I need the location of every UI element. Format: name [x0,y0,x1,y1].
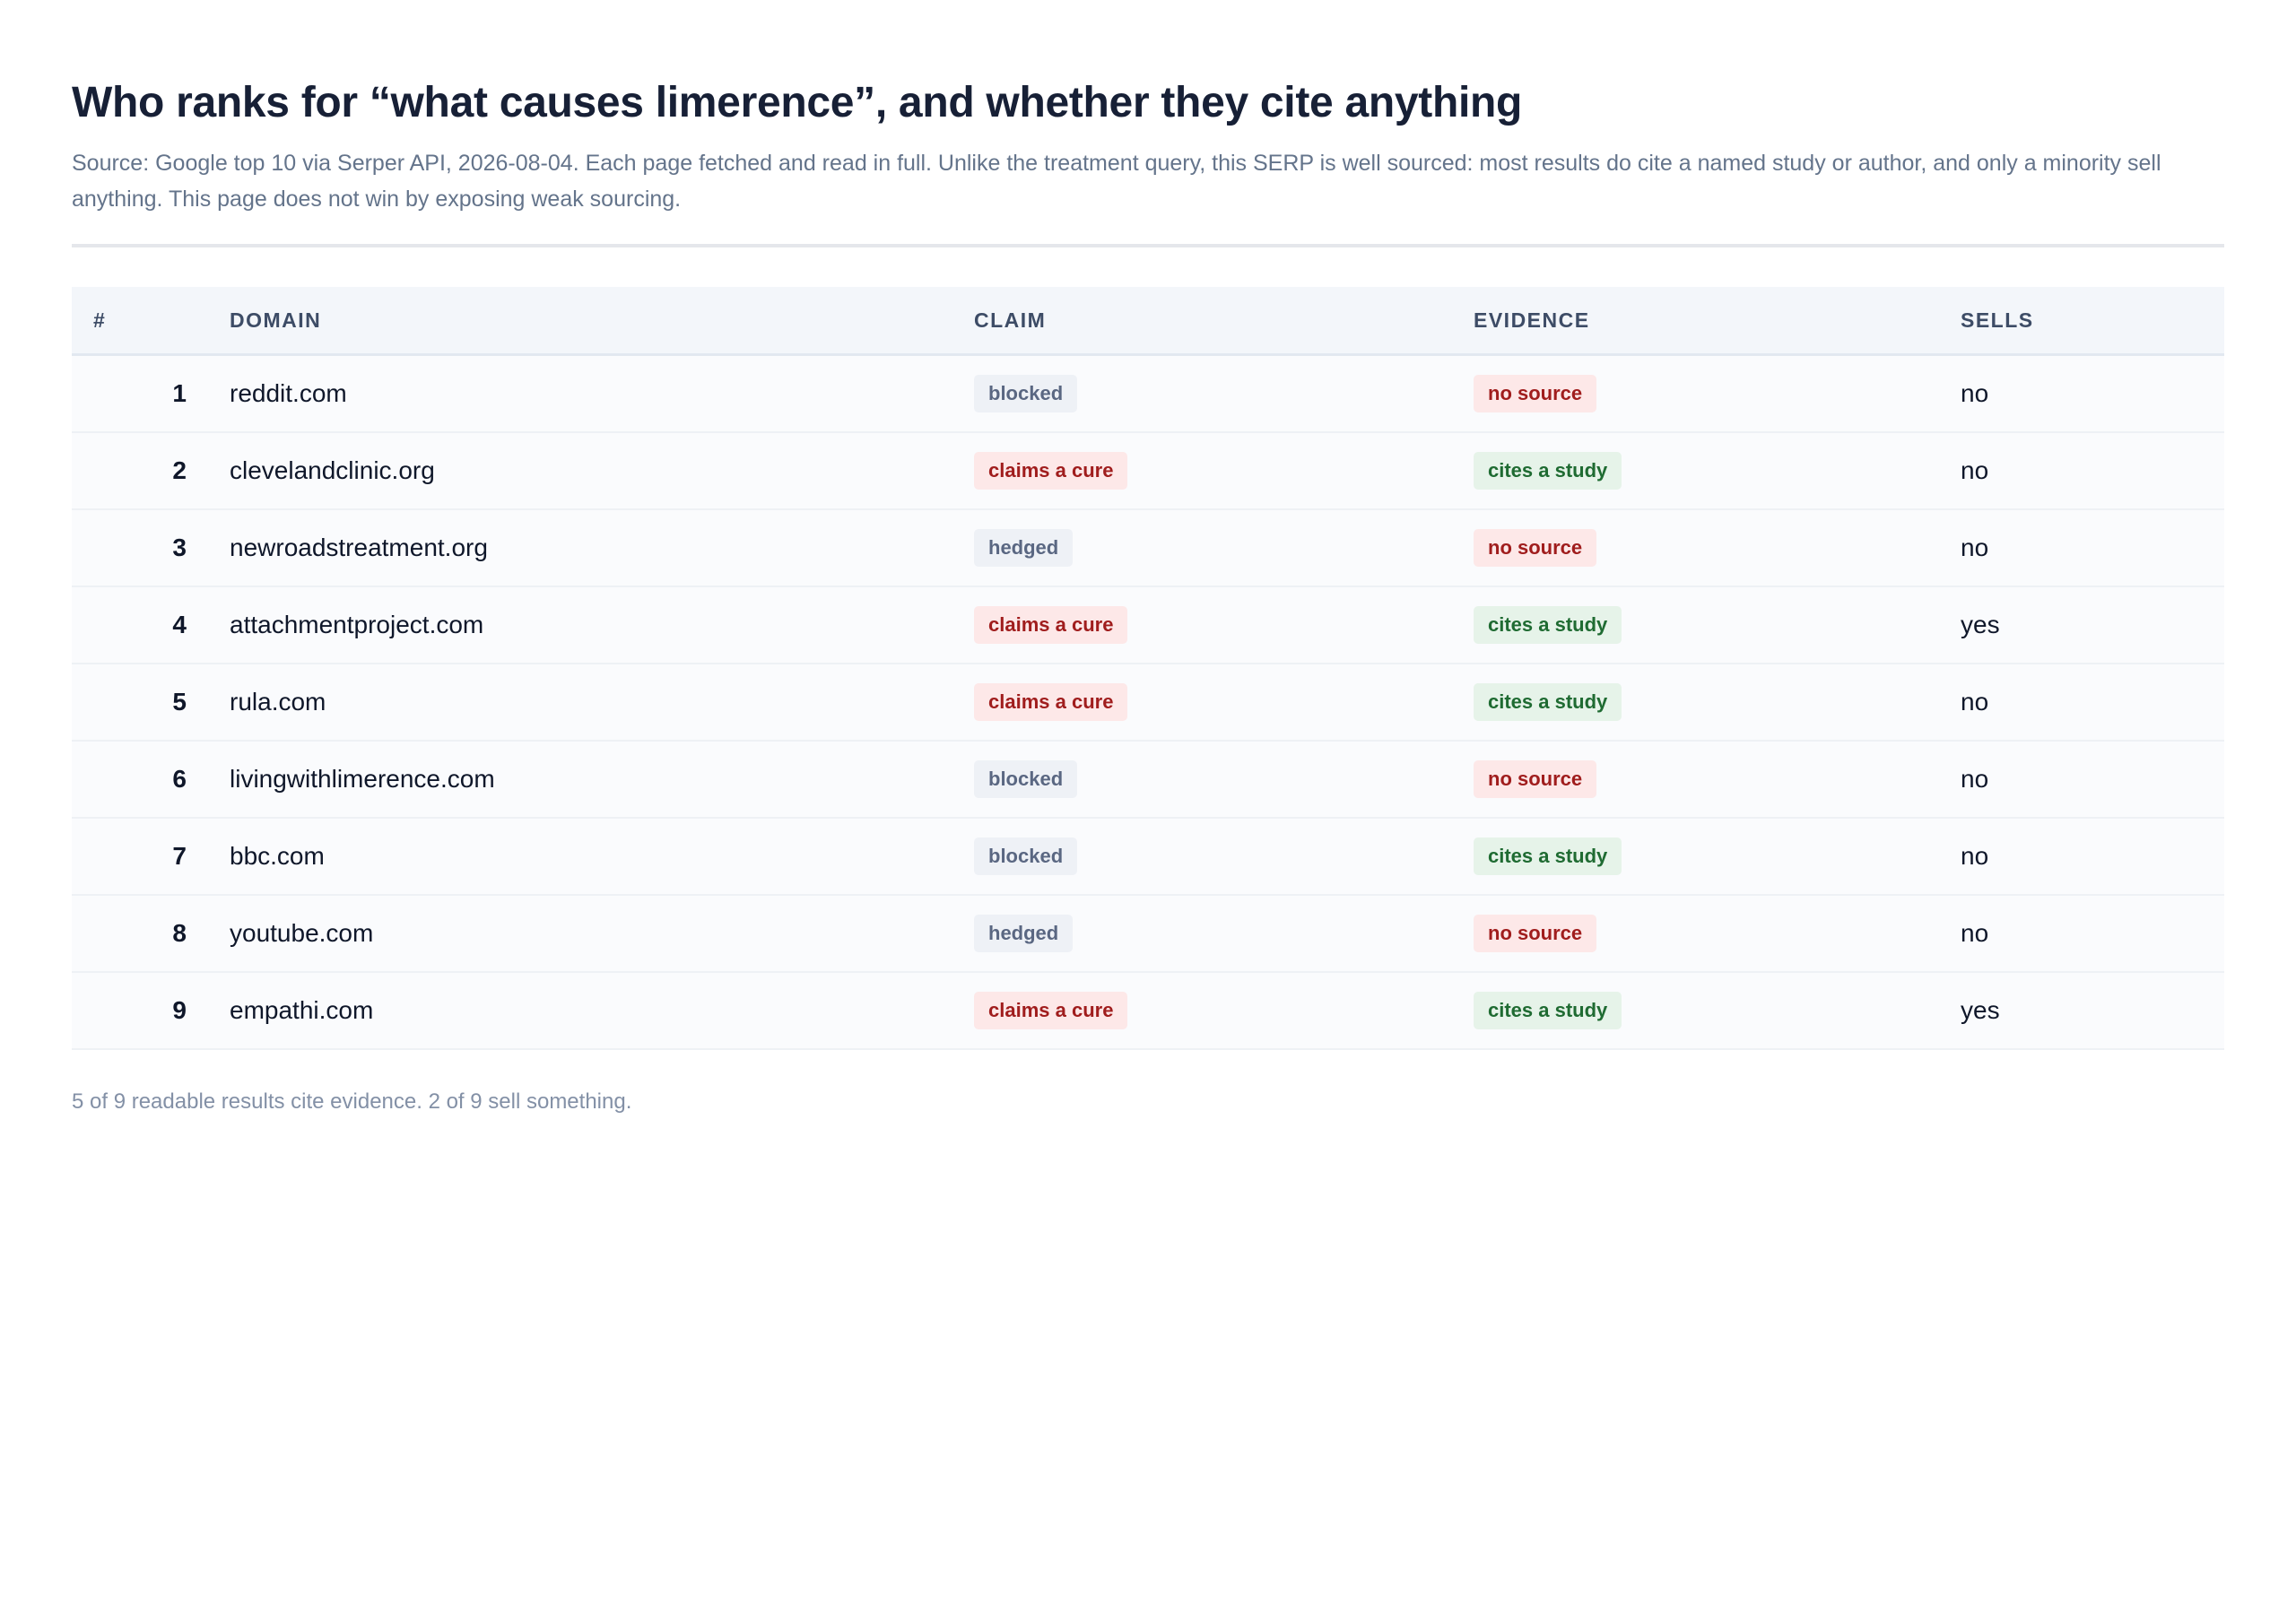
table-header-row: # Domain Claim Evidence Sells [72,287,2224,356]
sells-cell: no [1961,354,2224,433]
rank-cell: 1 [72,354,230,433]
claim-badge: claims a cure [974,605,1128,644]
domain-cell: newroadstreatment.org [230,508,974,587]
sells-cell: no [1961,508,2224,587]
evidence-cell: no source [1474,508,1961,587]
claim-badge: blocked [974,759,1078,798]
evidence-badge: no source [1474,374,1597,412]
table-row: 1 reddit.com blocked no source no [72,354,2224,433]
evidence-cell: no source [1474,740,1961,819]
claim-cell: claims a cure [974,663,1474,742]
divider [72,244,2224,247]
claim-badge: hedged [974,528,1074,567]
evidence-badge: cites a study [1474,605,1622,644]
domain-cell: clevelandclinic.org [230,431,974,510]
rank-cell: 9 [72,971,230,1050]
domain-cell: empathi.com [230,971,974,1050]
sells-cell: yes [1961,586,2224,664]
evidence-badge: cites a study [1474,991,1622,1029]
table-row: 9 empathi.com claims a cure cites a study ye… [72,971,2224,1050]
claim-cell: blocked [974,354,1474,433]
claim-cell: blocked [974,740,1474,819]
sells-cell: no [1961,663,2224,742]
column-header-sells: Sells [1961,287,2224,356]
column-header-domain: Domain [230,287,974,356]
claim-cell: claims a cure [974,431,1474,510]
rank-cell: 4 [72,586,230,664]
claim-badge: claims a cure [974,682,1128,721]
claim-cell: hedged [974,894,1474,973]
evidence-badge: cites a study [1474,682,1622,721]
domain-cell: bbc.com [230,817,974,896]
sells-cell: no [1961,740,2224,819]
evidence-badge: no source [1474,759,1597,798]
column-header-claim: Claim [974,287,1474,356]
rank-cell: 6 [72,740,230,819]
claim-cell: blocked [974,817,1474,896]
rank-cell: 7 [72,817,230,896]
evidence-cell: cites a study [1474,663,1961,742]
claim-cell: claims a cure [974,586,1474,664]
domain-cell: rula.com [230,663,974,742]
claim-badge: hedged [974,914,1074,952]
results-table: # Domain Claim Evidence Sells 1 reddit.co… [72,287,2224,1050]
evidence-cell: no source [1474,354,1961,433]
table-row: 2 clevelandclinic.org claims a cure cites a… [72,431,2224,510]
table-row: 6 livingwithlimerence.com blocked no source… [72,740,2224,819]
table-body: 1 reddit.com blocked no source no 2 clevelandc… [72,354,2224,1050]
table-row: 8 youtube.com hedged no source no [72,894,2224,973]
page: Who ranks for “what causes limerence”, a… [72,63,2224,1115]
claim-cell: hedged [974,508,1474,587]
sells-cell: no [1961,431,2224,510]
table-row: 4 attachmentproject.com claims a cure cites… [72,586,2224,664]
claim-badge: blocked [974,374,1078,412]
domain-cell: attachmentproject.com [230,586,974,664]
domain-cell: reddit.com [230,354,974,433]
claim-badge: claims a cure [974,451,1128,490]
sells-cell: yes [1961,971,2224,1050]
domain-cell: youtube.com [230,894,974,973]
claim-badge: claims a cure [974,991,1128,1029]
evidence-badge: cites a study [1474,837,1622,875]
domain-cell: livingwithlimerence.com [230,740,974,819]
evidence-cell: no source [1474,894,1961,973]
rank-cell: 2 [72,431,230,510]
column-header-evidence: Evidence [1474,287,1961,356]
sells-cell: no [1961,894,2224,973]
column-header-rank: # [72,287,230,356]
sells-cell: no [1961,817,2224,896]
evidence-cell: cites a study [1474,431,1961,510]
page-subtitle: Source: Google top 10 via Serper API, 20… [72,151,2161,212]
rank-cell: 3 [72,508,230,587]
evidence-cell: cites a study [1474,817,1961,896]
evidence-badge: no source [1474,914,1597,952]
rank-cell: 8 [72,894,230,973]
evidence-badge: no source [1474,528,1597,567]
table-row: 7 bbc.com blocked cites a study no [72,817,2224,896]
rank-cell: 5 [72,663,230,742]
table-row: 5 rula.com claims a cure cites a study no [72,663,2224,742]
evidence-cell: cites a study [1474,971,1961,1050]
claim-badge: blocked [974,837,1078,875]
evidence-badge: cites a study [1474,451,1622,490]
evidence-cell: cites a study [1474,586,1961,664]
claim-cell: claims a cure [974,971,1474,1050]
table-row: 3 newroadstreatment.org hedged no source no [72,508,2224,587]
summary-note: 5 of 9 readable results cite evidence. 2… [72,1089,632,1114]
page-title: Who ranks for “what causes limerence”, a… [72,79,1523,126]
